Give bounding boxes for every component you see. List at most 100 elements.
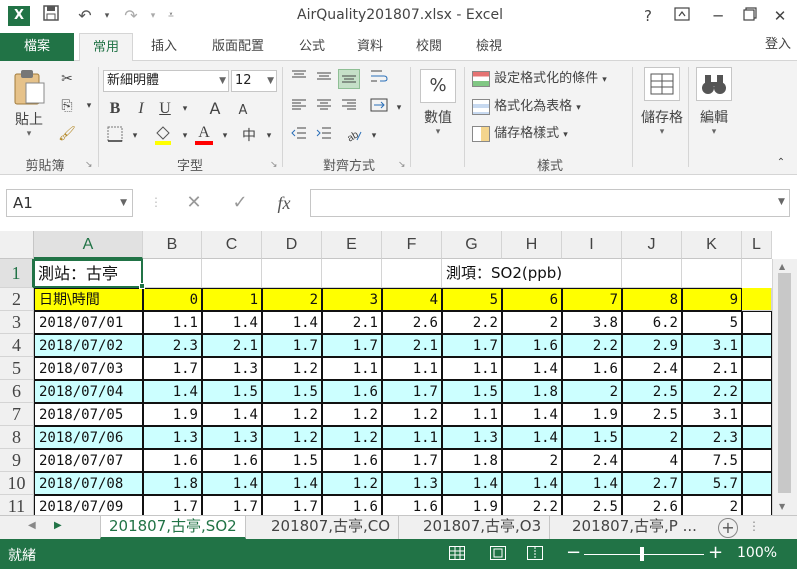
value-cell[interactable]: 2.1 (202, 334, 262, 357)
value-cell[interactable]: 1.5 (262, 380, 322, 403)
value-cell[interactable]: 1.2 (262, 403, 322, 426)
worksheet-grid[interactable]: ABCDEFGHIJKL 1 2 3 4 5 6 7 8 9 10 11 測站：古亭 測項：SO2(p… (0, 231, 797, 515)
column-header-c[interactable]: C (202, 231, 262, 259)
undo-dropdown-icon[interactable]: ▾ (96, 5, 118, 27)
date-cell[interactable]: 2018/07/06 (34, 426, 143, 449)
row-header-3[interactable]: 3 (0, 311, 34, 334)
sheet-prev-icon[interactable]: ◀ (28, 520, 36, 531)
formula-input[interactable] (310, 189, 790, 217)
value-cell[interactable]: 3.1 (682, 334, 742, 357)
paste-button[interactable]: 貼上 ▾ (8, 69, 50, 141)
page-layout-view-icon[interactable] (490, 546, 506, 560)
value-cell[interactable]: 1.2 (322, 403, 382, 426)
ribbon-display-options-icon[interactable] (668, 3, 696, 29)
hour-header-cell[interactable]: 7 (562, 288, 622, 311)
cell[interactable] (742, 380, 772, 403)
value-cell[interactable]: 6.2 (622, 311, 682, 334)
value-cell[interactable]: 1.7 (262, 495, 322, 515)
zoom-out-button[interactable]: − (566, 542, 581, 563)
value-cell[interactable]: 1.5 (202, 380, 262, 403)
value-cell[interactable]: 1.2 (382, 403, 442, 426)
value-cell[interactable]: 1.3 (202, 357, 262, 380)
column-header-l[interactable]: L (742, 231, 772, 259)
value-cell[interactable]: 3.1 (682, 403, 742, 426)
collapse-ribbon-icon[interactable]: ⌃ (770, 153, 792, 173)
date-cell[interactable]: 2018/07/09 (34, 495, 143, 515)
value-cell[interactable]: 1.4 (143, 380, 202, 403)
underline-button[interactable]: U (154, 99, 176, 119)
value-cell[interactable]: 2.4 (622, 357, 682, 380)
value-cell[interactable]: 1.8 (502, 380, 562, 403)
borders-icon[interactable] (104, 126, 126, 146)
value-cell[interactable]: 1.4 (202, 311, 262, 334)
borders-dropdown-icon[interactable]: ▾ (124, 126, 146, 146)
cell-a2-date-time-header[interactable]: 日期\時間 (34, 288, 143, 311)
align-right-icon[interactable] (338, 98, 360, 118)
value-cell[interactable]: 1.2 (322, 426, 382, 449)
value-cell[interactable]: 2.5 (562, 495, 622, 515)
cancel-entry-button[interactable]: ✕ (176, 189, 212, 217)
value-cell[interactable]: 1.9 (562, 403, 622, 426)
value-cell[interactable]: 2 (502, 311, 562, 334)
value-cell[interactable]: 1.4 (562, 472, 622, 495)
value-cell[interactable]: 5.7 (682, 472, 742, 495)
date-cell[interactable]: 2018/07/03 (34, 357, 143, 380)
sheet-tab-p[interactable]: 201807,古亭,P ... (564, 516, 705, 539)
value-cell[interactable]: 1.7 (202, 495, 262, 515)
cell[interactable] (202, 259, 262, 288)
date-cell[interactable]: 2018/07/05 (34, 403, 143, 426)
value-cell[interactable]: 2 (502, 449, 562, 472)
bold-button[interactable]: B (104, 99, 126, 119)
value-cell[interactable]: 1.3 (382, 472, 442, 495)
value-cell[interactable]: 1.4 (502, 472, 562, 495)
column-header-e[interactable]: E (322, 231, 382, 259)
column-header-a[interactable]: A (34, 231, 143, 259)
sign-in-link[interactable]: 登入 (765, 33, 791, 61)
conditional-formatting-button[interactable]: 設定格式化的條件 ▾ (472, 69, 607, 89)
zoom-slider[interactable] (584, 554, 704, 555)
value-cell[interactable]: 2.1 (682, 357, 742, 380)
column-header-k[interactable]: K (682, 231, 742, 259)
column-header-b[interactable]: B (143, 231, 202, 259)
fill-color-icon[interactable] (152, 123, 174, 145)
value-cell[interactable]: 4 (622, 449, 682, 472)
close-button[interactable]: ✕ (766, 3, 794, 29)
value-cell[interactable]: 2.5 (622, 380, 682, 403)
value-cell[interactable]: 1.4 (262, 472, 322, 495)
hour-header-cell[interactable]: 4 (382, 288, 442, 311)
editing-button[interactable]: 編輯 ▾ (692, 67, 736, 151)
cell[interactable] (742, 357, 772, 380)
row-header-10[interactable]: 10 (0, 472, 34, 495)
increase-indent-icon[interactable] (313, 126, 335, 146)
value-cell[interactable]: 1.4 (502, 426, 562, 449)
vertical-scrollbar[interactable]: ▲ ▼ (772, 259, 797, 515)
orientation-dropdown-icon[interactable]: ▾ (363, 126, 385, 146)
value-cell[interactable]: 2.7 (622, 472, 682, 495)
underline-dropdown-icon[interactable]: ▾ (174, 99, 196, 119)
cell[interactable] (742, 311, 772, 334)
column-header-h[interactable]: H (502, 231, 562, 259)
undo-icon[interactable]: ↶ (74, 5, 96, 27)
value-cell[interactable]: 5 (682, 311, 742, 334)
row-header-7[interactable]: 7 (0, 403, 34, 426)
value-cell[interactable]: 1.3 (143, 426, 202, 449)
value-cell[interactable]: 2.3 (143, 334, 202, 357)
value-cell[interactable]: 1.7 (143, 495, 202, 515)
value-cell[interactable]: 2.1 (322, 311, 382, 334)
hour-header-cell[interactable]: 2 (262, 288, 322, 311)
name-box[interactable]: A1 ▼ (6, 189, 133, 217)
cell[interactable] (742, 334, 772, 357)
value-cell[interactable]: 1.6 (322, 495, 382, 515)
scroll-down-icon[interactable]: ▼ (779, 502, 785, 511)
value-cell[interactable]: 7.5 (682, 449, 742, 472)
value-cell[interactable]: 2.3 (682, 426, 742, 449)
value-cell[interactable]: 1.9 (442, 495, 502, 515)
help-button[interactable]: ? (634, 3, 662, 29)
hour-header-cell[interactable]: 8 (622, 288, 682, 311)
cell[interactable] (742, 495, 772, 515)
tab-home[interactable]: 常用 (79, 33, 133, 62)
row-header-8[interactable]: 8 (0, 426, 34, 449)
value-cell[interactable]: 1.4 (202, 403, 262, 426)
align-bottom-icon[interactable] (338, 69, 360, 89)
tab-split-grip[interactable]: ⋮ (748, 519, 760, 533)
